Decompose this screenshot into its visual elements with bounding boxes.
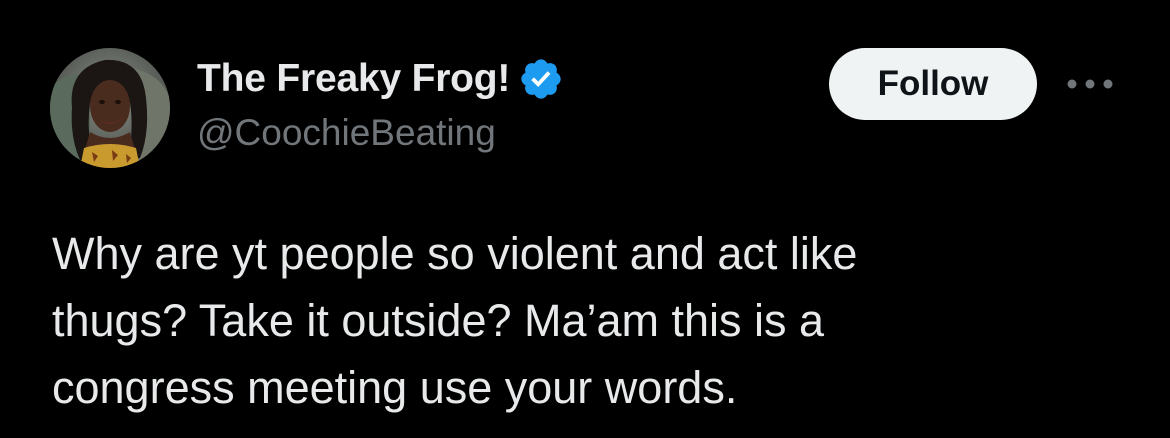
author-avatar[interactable] xyxy=(50,48,170,168)
more-options-icon[interactable] xyxy=(1060,62,1120,106)
tweet-text: Why are yt people so violent and act lik… xyxy=(52,228,858,413)
name-row: The Freaky Frog! xyxy=(197,56,564,102)
author-display-name[interactable]: The Freaky Frog! xyxy=(197,57,510,101)
verified-badge-icon[interactable] xyxy=(518,56,564,102)
follow-button[interactable]: Follow xyxy=(829,48,1037,120)
author-handle[interactable]: @CoochieBeating xyxy=(197,112,564,154)
author-identity: The Freaky Frog! @CoochieBeating xyxy=(197,56,564,154)
avatar-image xyxy=(50,48,170,168)
tweet-card: The Freaky Frog! @CoochieBeating Follow … xyxy=(0,0,1170,438)
